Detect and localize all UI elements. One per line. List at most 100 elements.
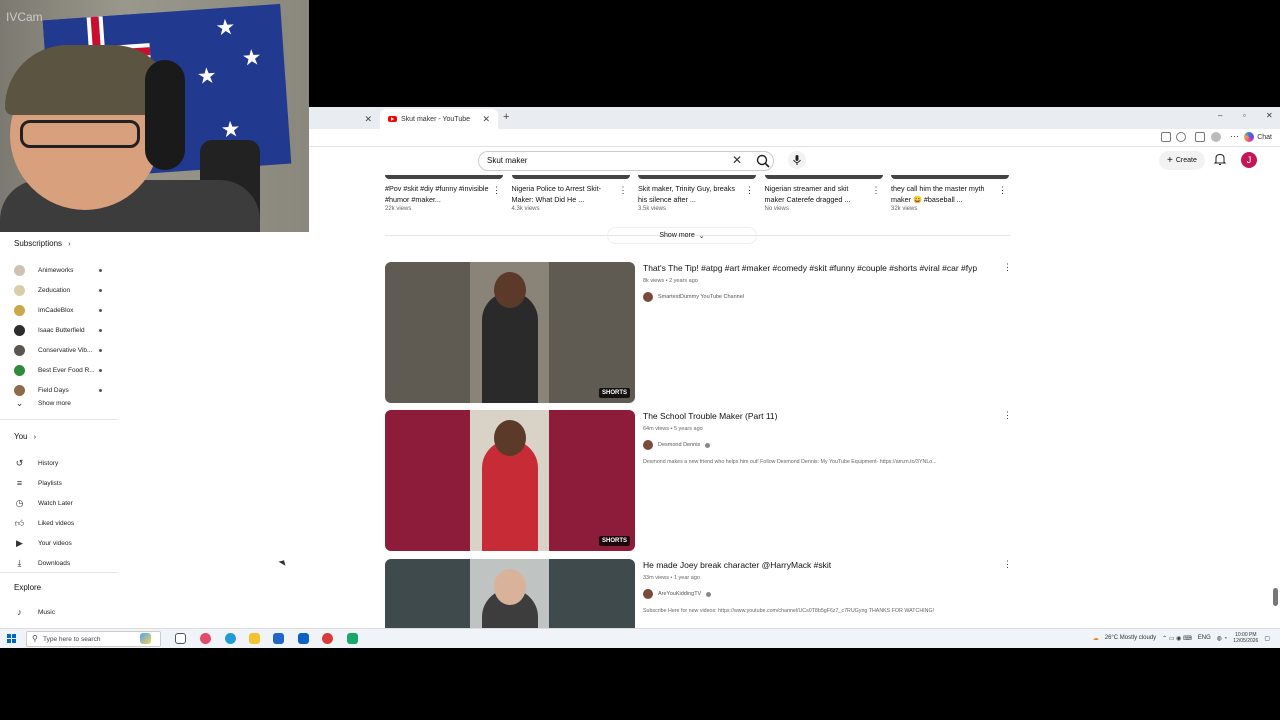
video-result[interactable]: SHORTS The School Trouble Maker (Part 11)…: [385, 410, 1012, 551]
short-title[interactable]: Skit maker, Trinity Guy, breaks his sile…: [638, 183, 743, 205]
edge-icon[interactable]: [225, 633, 236, 644]
video-result[interactable]: He made Joey break character @HarryMack …: [385, 559, 1012, 630]
more-actions-icon[interactable]: ⋮: [1003, 559, 1012, 570]
copilot-button[interactable]: Chat: [1244, 132, 1272, 142]
sidebar-item-downloads[interactable]: ⤓ Downloads: [14, 554, 114, 572]
more-actions-icon[interactable]: ⋮: [872, 185, 881, 196]
short-card[interactable]: Nigerian streamer and skit maker Cateref…: [765, 183, 883, 212]
sidebar-item-music[interactable]: ♪ Music: [14, 603, 114, 621]
app-icon[interactable]: [347, 633, 358, 644]
show-more-shorts-button[interactable]: Show more ⌄: [607, 227, 757, 244]
video-channel[interactable]: SmartestDummy YouTube Channel: [643, 292, 1003, 302]
chrome-icon[interactable]: [322, 633, 333, 644]
sidebar-item-history[interactable]: ↺ History: [14, 454, 114, 472]
video-thumbnail[interactable]: SHORTS: [385, 262, 635, 403]
extensions-icon[interactable]: [1195, 132, 1205, 142]
short-card[interactable]: #Pov #skit #diy #funny #invisible #humor…: [385, 183, 503, 212]
task-view-icon[interactable]: [175, 633, 186, 644]
video-title[interactable]: The School Trouble Maker (Part 11): [643, 410, 1003, 423]
sidebar-subscription-item[interactable]: Conservative Vib...: [14, 341, 114, 359]
account-avatar[interactable]: J: [1241, 152, 1257, 168]
split-screen-icon[interactable]: [1161, 132, 1171, 142]
search-icon[interactable]: [755, 153, 771, 169]
sidebar-item-watch-later[interactable]: ◷ Watch Later: [14, 494, 114, 512]
tab-close-icon[interactable]: ✕: [364, 114, 372, 125]
channel-avatar: [14, 344, 25, 356]
more-actions-icon[interactable]: ⋮: [619, 185, 628, 196]
search-input[interactable]: Skut maker: [478, 151, 774, 171]
video-result[interactable]: SHORTS That's The Tip! #atpg #art #maker …: [385, 262, 1012, 403]
voice-search-button[interactable]: [788, 151, 806, 169]
show-more-label: Show more: [38, 399, 71, 407]
window-close-button[interactable]: ✕: [1266, 111, 1273, 120]
short-thumbnail[interactable]: [891, 175, 1009, 179]
sidebar-subscription-item[interactable]: Isaac Butterfield: [14, 321, 114, 339]
video-thumbnail[interactable]: [385, 559, 635, 630]
video-title[interactable]: He made Joey break character @HarryMack …: [643, 559, 1003, 572]
sidebar-item-playlists[interactable]: ≡ Playlists: [14, 474, 114, 492]
short-thumbnail[interactable]: [385, 175, 503, 179]
copilot-app-icon[interactable]: [200, 633, 211, 644]
you-heading[interactable]: You ›: [14, 432, 36, 441]
short-card[interactable]: Skit maker, Trinity Guy, breaks his sile…: [638, 183, 756, 212]
short-title[interactable]: Nigerian streamer and skit maker Cateref…: [765, 183, 870, 205]
short-card[interactable]: Nigeria Police to Arrest Skit-Maker: Wha…: [512, 183, 630, 212]
maximize-button[interactable]: ▫: [1243, 111, 1246, 120]
verified-badge-icon: [705, 442, 711, 448]
show-more-button[interactable]: ⌄ Show more: [14, 394, 114, 412]
sidebar-subscription-item[interactable]: Zeducation: [14, 281, 114, 299]
more-actions-icon[interactable]: ⋮: [1003, 410, 1012, 421]
new-content-dot: [99, 348, 102, 352]
video-title[interactable]: That's The Tip! #atpg #art #maker #comed…: [643, 262, 1003, 275]
sidebar: Subscriptions › Animeworks Zeducation ImCa…: [0, 232, 120, 637]
sidebar-item-liked-videos[interactable]: 👍︎ Liked videos: [14, 514, 114, 532]
sidebar-subscription-item[interactable]: Best Ever Food R...: [14, 361, 114, 379]
subscriptions-heading[interactable]: Subscriptions ›: [14, 239, 71, 248]
more-actions-icon[interactable]: ⋮: [492, 185, 501, 196]
sidebar-item-your-videos[interactable]: ▶ Your videos: [14, 534, 114, 552]
weather-text[interactable]: 26°C Mostly cloudy: [1105, 635, 1156, 641]
more-actions-icon[interactable]: ⋮: [998, 185, 1007, 196]
sidebar-subscription-item[interactable]: ImCadeBlox: [14, 301, 114, 319]
short-thumbnail[interactable]: [638, 175, 756, 179]
minimize-button[interactable]: –: [1218, 111, 1222, 120]
profile-icon[interactable]: [1211, 132, 1221, 142]
windows-start-icon[interactable]: [7, 634, 16, 643]
video-channel[interactable]: Desmond Dennis: [643, 440, 1003, 450]
new-tab-button[interactable]: +: [503, 111, 509, 123]
more-actions-icon[interactable]: ⋮: [1003, 262, 1012, 273]
notifications-bell-icon[interactable]: [1213, 152, 1227, 166]
short-title[interactable]: they call him the master myth maker 😄 #b…: [891, 183, 996, 205]
short-thumbnail[interactable]: [511, 175, 630, 179]
tab-close-icon[interactable]: ✕: [482, 114, 490, 125]
clock[interactable]: 10:00 PM 12/05/2026: [1233, 632, 1258, 644]
language-indicator[interactable]: ENG: [1198, 635, 1211, 641]
sidebar-subscription-item[interactable]: Animeworks: [14, 261, 114, 279]
video-description: Desmond makes a new friend who helps him…: [643, 459, 937, 465]
mic-icon: [793, 155, 801, 165]
network-icon[interactable]: ◍ ◔: [1217, 635, 1228, 642]
short-title[interactable]: Nigeria Police to Arrest Skit-Maker: Wha…: [512, 183, 617, 205]
thumbnail-face: [494, 272, 526, 308]
tray-icons[interactable]: ⌃ ▭ ◉ ⌨: [1162, 635, 1192, 642]
short-thumbnail[interactable]: [764, 175, 883, 179]
favorites-icon[interactable]: [1176, 132, 1186, 142]
tab-youtube[interactable]: Skut maker - YouTube ✕: [380, 109, 498, 129]
copilot-taskbar-icon[interactable]: [140, 633, 151, 644]
short-title[interactable]: #Pov #skit #diy #funny #invisible #humor…: [385, 183, 490, 205]
playlists-icon: ≡: [16, 478, 23, 488]
create-button[interactable]: + Create: [1159, 151, 1205, 170]
clear-search-icon[interactable]: ✕: [732, 153, 742, 167]
video-channel[interactable]: AreYouKiddingTV: [643, 589, 1003, 599]
store-icon[interactable]: [273, 633, 284, 644]
scrollbar[interactable]: [1273, 588, 1278, 606]
notification-center-icon[interactable]: ▢: [1264, 635, 1270, 642]
video-thumbnail[interactable]: SHORTS: [385, 410, 635, 551]
tab-previous[interactable]: ✕: [310, 109, 380, 129]
short-card[interactable]: they call him the master myth maker 😄 #b…: [891, 183, 1009, 212]
more-actions-icon[interactable]: ⋮: [745, 185, 754, 196]
outlook-icon[interactable]: [298, 633, 309, 644]
thumbnail-right-pane: [549, 410, 635, 551]
file-explorer-icon[interactable]: [249, 633, 260, 644]
more-menu-icon[interactable]: ⋯: [1230, 131, 1239, 142]
